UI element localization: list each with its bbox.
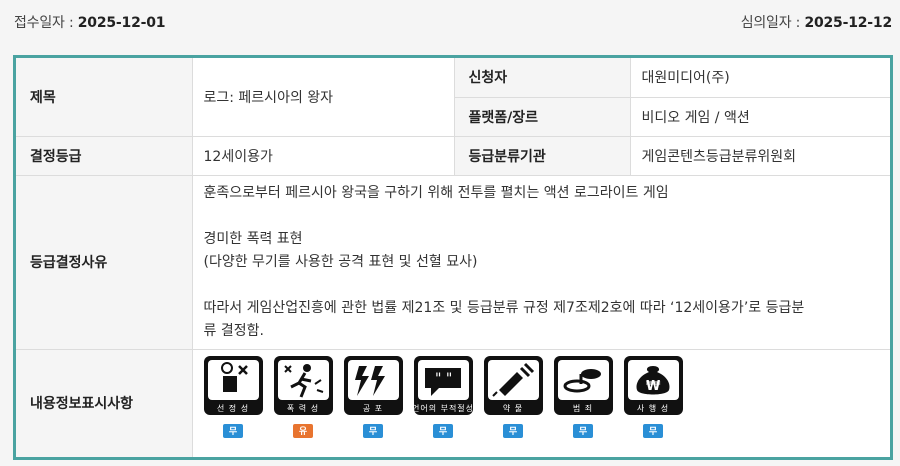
review-date: 심의일자 : 2025-12-12 [740,12,893,32]
icon-caption: 선 정 성 [216,403,250,413]
applicant-label: 신청자 [454,58,631,98]
rating-value: 12세이용가 [192,136,455,176]
icon-caption: 폭 력 성 [286,403,320,413]
icon-caption: 공 포 [362,403,384,413]
violence-icon: 폭 력 성 [273,355,333,415]
applicant-value: 대원미디어(주) [630,58,890,98]
reason-text: 훈족으로부터 페르시아 왕국을 구하기 위해 전투를 펼치는 액션 로그라이트 … [192,175,890,350]
svg-text:" ": " " [435,371,452,387]
reason-line: 경미한 폭력 표현 [203,230,303,247]
content-icon-item: 폭 력 성유 [273,355,333,438]
content-icon-row: 선 정 성무폭 력 성유공 포 무 " " 언어의 부적절성 무 약 물무범 죄 무 ₩ 사 행… [203,355,891,438]
platform-genre-label: 플랫폼/장르 [454,97,631,137]
svg-text:₩: ₩ [646,379,661,394]
content-icon-item: 약 물무 [483,355,543,438]
status-badge: 무 [433,423,453,438]
gambling-icon: ₩ 사 행 성 [623,355,683,415]
content-icon-item: ₩ 사 행 성무 [623,355,683,438]
review-date-label: 심의일자 : [740,15,805,31]
reason-line: 훈족으로부터 페르시아 왕국을 구하기 위해 전투를 펼치는 액션 로그라이트 … [203,184,669,201]
reason-line: (다양한 무기를 사용한 공격 표현 및 선혈 묘사) [203,253,478,270]
fear-pictogram-icon [347,359,399,400]
rating-label: 결정등급 [16,136,193,176]
platform-genre-value: 비디오 게임 / 액션 [630,97,890,137]
status-badge: 무 [573,423,593,438]
review-date-value: 2025-12-12 [804,15,892,31]
content-icon-item: 공 포무 [343,355,403,438]
content-icon-item: 범 죄무 [553,355,613,438]
content-icon-item: 선 정 성무 [203,355,263,438]
gambling-pictogram-icon: ₩ [627,359,679,400]
reason-label: 등급결정사유 [16,175,193,350]
status-badge: 무 [363,423,383,438]
status-badge: 유 [293,423,313,438]
crime-pictogram-icon [557,359,609,400]
crime-icon: 범 죄 [553,355,613,415]
received-date: 접수일자 : 2025-12-01 [14,12,166,32]
icon-caption: 범 죄 [572,403,594,413]
status-badge: 무 [503,423,523,438]
title-value: 로그: 페르시아의 왕자 [192,58,455,137]
sexuality-pictogram-icon [207,359,259,400]
rating-info-table: 제목 로그: 페르시아의 왕자 신청자 대원미디어(주) 플랫폼/장르 비디오 … [16,58,890,457]
content-info-label: 내용정보표시사항 [16,349,193,457]
drug-icon: 약 물 [483,355,543,415]
content-icon-item: " " 언어의 부적절성무 [413,355,473,438]
sexuality-icon: 선 정 성 [203,355,263,415]
drug-pictogram-icon [487,359,539,400]
status-badge: 무 [223,423,243,438]
violence-pictogram-icon [277,359,329,400]
icon-caption: 사 행 성 [636,403,670,413]
reason-line: 류 결정함. [203,322,264,339]
date-header: 접수일자 : 2025-12-01 심의일자 : 2025-12-12 [0,0,900,44]
content-info-icons: 선 정 성무폭 력 성유공 포 무 " " 언어의 부적절성 무 약 물무범 죄 무 ₩ 사 행… [192,349,890,457]
agency-value: 게임콘텐츠등급분류위원회 [630,136,890,176]
status-badge: 무 [643,423,663,438]
agency-label: 등급분류기관 [454,136,631,176]
title-label: 제목 [16,58,193,137]
icon-caption: 약 물 [502,403,524,413]
received-date-label: 접수일자 : [14,15,78,31]
icon-caption: 언어의 부적절성 [413,403,473,413]
language-pictogram-icon: " " [417,359,469,400]
reason-line: 따라서 게임산업진흥에 관한 법률 제21조 및 등급분류 규정 제7조제2호에… [203,299,805,316]
language-icon: " " 언어의 부적절성 [413,355,473,415]
rating-info-panel: 제목 로그: 페르시아의 왕자 신청자 대원미디어(주) 플랫폼/장르 비디오 … [13,55,893,460]
fear-icon: 공 포 [343,355,403,415]
received-date-value: 2025-12-01 [77,15,166,31]
